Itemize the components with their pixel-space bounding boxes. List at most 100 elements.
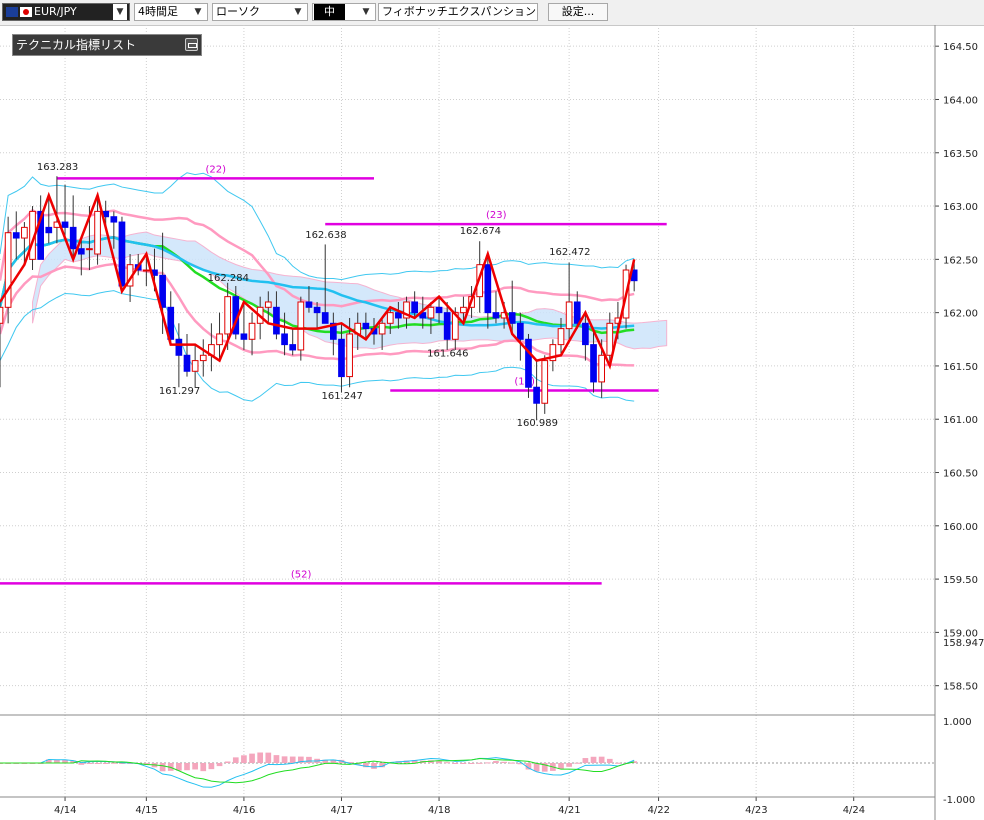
x-tick-label: 4/18 xyxy=(428,805,450,816)
symbol-select[interactable]: EUR/JPY ▼ xyxy=(2,3,130,21)
candle-body xyxy=(191,360,199,372)
candle-body xyxy=(297,301,305,351)
macd-histogram-bar xyxy=(94,763,101,764)
y-tick-label: 160.00 xyxy=(943,522,978,533)
minimize-icon[interactable] xyxy=(185,38,198,51)
y-tick-label: 163.00 xyxy=(943,202,978,213)
display-size-label: 中 xyxy=(314,4,345,20)
display-size-select[interactable]: 中 ▼ xyxy=(312,3,376,21)
chart-grid xyxy=(0,25,935,797)
macd-histogram-bar xyxy=(232,757,239,763)
candle-body xyxy=(435,306,443,314)
macd-histogram-bar xyxy=(289,756,296,763)
y-tick-label: 159.50 xyxy=(943,575,978,586)
macd-histogram-bar xyxy=(216,763,223,767)
chart-type-select[interactable]: ローソク ▼ xyxy=(212,3,308,21)
candle-body xyxy=(541,360,549,404)
candle-body xyxy=(378,322,386,335)
macd-histogram-bar xyxy=(501,761,507,763)
candle-body xyxy=(590,344,597,383)
macd-tick-label: -1.000 xyxy=(943,795,975,806)
y-tick-label: 161.00 xyxy=(943,415,978,426)
candle-body xyxy=(110,216,118,223)
candle-body xyxy=(216,333,223,346)
jp-flag-icon xyxy=(20,7,32,17)
x-tick-label: 4/14 xyxy=(54,805,76,816)
candle-body xyxy=(338,338,345,378)
candle-body xyxy=(573,301,581,324)
y-tick-label: 160.50 xyxy=(943,469,978,480)
candle-body xyxy=(61,221,69,228)
x-tick-label: 4/21 xyxy=(558,805,580,816)
macd-histogram-bar xyxy=(273,755,280,763)
candle-body xyxy=(386,312,394,324)
macd-histogram-bar xyxy=(582,758,589,763)
macd-histogram-bar xyxy=(493,761,499,763)
settings-button[interactable]: 設定... xyxy=(548,3,608,21)
candle-body xyxy=(321,312,329,324)
drawing-tool-field[interactable]: フィボナッチエクスパンション xyxy=(378,3,538,21)
chart-canvas[interactable]: (22) (23) (18) (52) 163.283 162.638 162.674 16… xyxy=(0,25,984,820)
chevron-down-icon: ▼ xyxy=(294,7,302,17)
candle-body xyxy=(69,226,77,250)
symbol-label: EUR/JPY xyxy=(34,5,77,18)
x-tick-label: 4/17 xyxy=(330,805,352,816)
candle-body xyxy=(508,312,516,324)
candle-body xyxy=(525,338,532,388)
candle-body xyxy=(0,306,4,324)
candle-body xyxy=(175,338,183,356)
macd-histogram-bar xyxy=(306,756,312,763)
candle-body xyxy=(12,232,20,239)
candle-body xyxy=(484,264,492,314)
x-tick-label: 4/15 xyxy=(135,805,157,816)
candle-body xyxy=(289,344,297,351)
price-axis: 164.50 164.00 163.50 163.00 162.50 162.00 161.… xyxy=(934,25,984,820)
candle-body xyxy=(313,306,321,314)
candle-body xyxy=(427,306,435,319)
indicator-list-title: テクニカル指標リスト xyxy=(16,38,137,52)
candle-body xyxy=(492,312,500,319)
macd-histogram-bar xyxy=(265,752,272,763)
candle-body xyxy=(77,248,85,255)
price-annotation: 162.472 xyxy=(549,247,590,258)
fib-level-label: (52) xyxy=(291,569,312,580)
macd-histogram-bar xyxy=(224,761,231,763)
candle-body xyxy=(240,333,248,340)
macd-histogram-bar xyxy=(208,763,215,770)
macd-histogram-bar xyxy=(460,763,467,764)
x-tick-label: 4/23 xyxy=(745,805,767,816)
macd-histogram-bar xyxy=(184,763,190,771)
fib-level-label: (23) xyxy=(486,210,507,221)
macd-histogram-bar xyxy=(257,752,264,763)
macd-tick-label: 1.000 xyxy=(943,717,972,728)
macd-histogram-bar xyxy=(241,755,247,763)
candle-body xyxy=(143,269,150,272)
price-annotation: 161.297 xyxy=(159,386,200,397)
price-annotation: 163.283 xyxy=(37,162,78,173)
candle-body xyxy=(94,210,101,255)
x-tick-label: 4/16 xyxy=(233,805,255,816)
candle-body xyxy=(517,322,524,340)
price-annotation: 161.247 xyxy=(321,391,362,402)
candle-body xyxy=(582,322,589,346)
y-tick-label: 162.50 xyxy=(943,255,978,266)
candle-body xyxy=(264,301,272,308)
period-select[interactable]: 4時間足 ▼ xyxy=(134,3,208,21)
candle-body xyxy=(411,301,418,314)
candle-body xyxy=(598,354,605,383)
indicator-list-panel[interactable]: テクニカル指標リスト xyxy=(12,34,202,56)
chevron-down-icon: ▼ xyxy=(113,4,127,20)
fib-level-label: (22) xyxy=(205,164,226,175)
candle-body xyxy=(533,386,540,404)
candle-body xyxy=(248,322,256,340)
candle-body xyxy=(305,301,313,308)
period-label: 4時間足 xyxy=(138,5,178,18)
candle-body xyxy=(21,226,28,239)
candle-body xyxy=(86,248,93,251)
macd-histogram-bar xyxy=(281,756,288,763)
y-tick-label: 164.50 xyxy=(943,42,978,53)
macd-histogram-bar xyxy=(615,762,621,764)
drawing-tool-label: フィボナッチエクスパンション xyxy=(382,5,536,18)
candle-body xyxy=(395,312,402,319)
current-price-label: 158.947 xyxy=(943,638,984,649)
